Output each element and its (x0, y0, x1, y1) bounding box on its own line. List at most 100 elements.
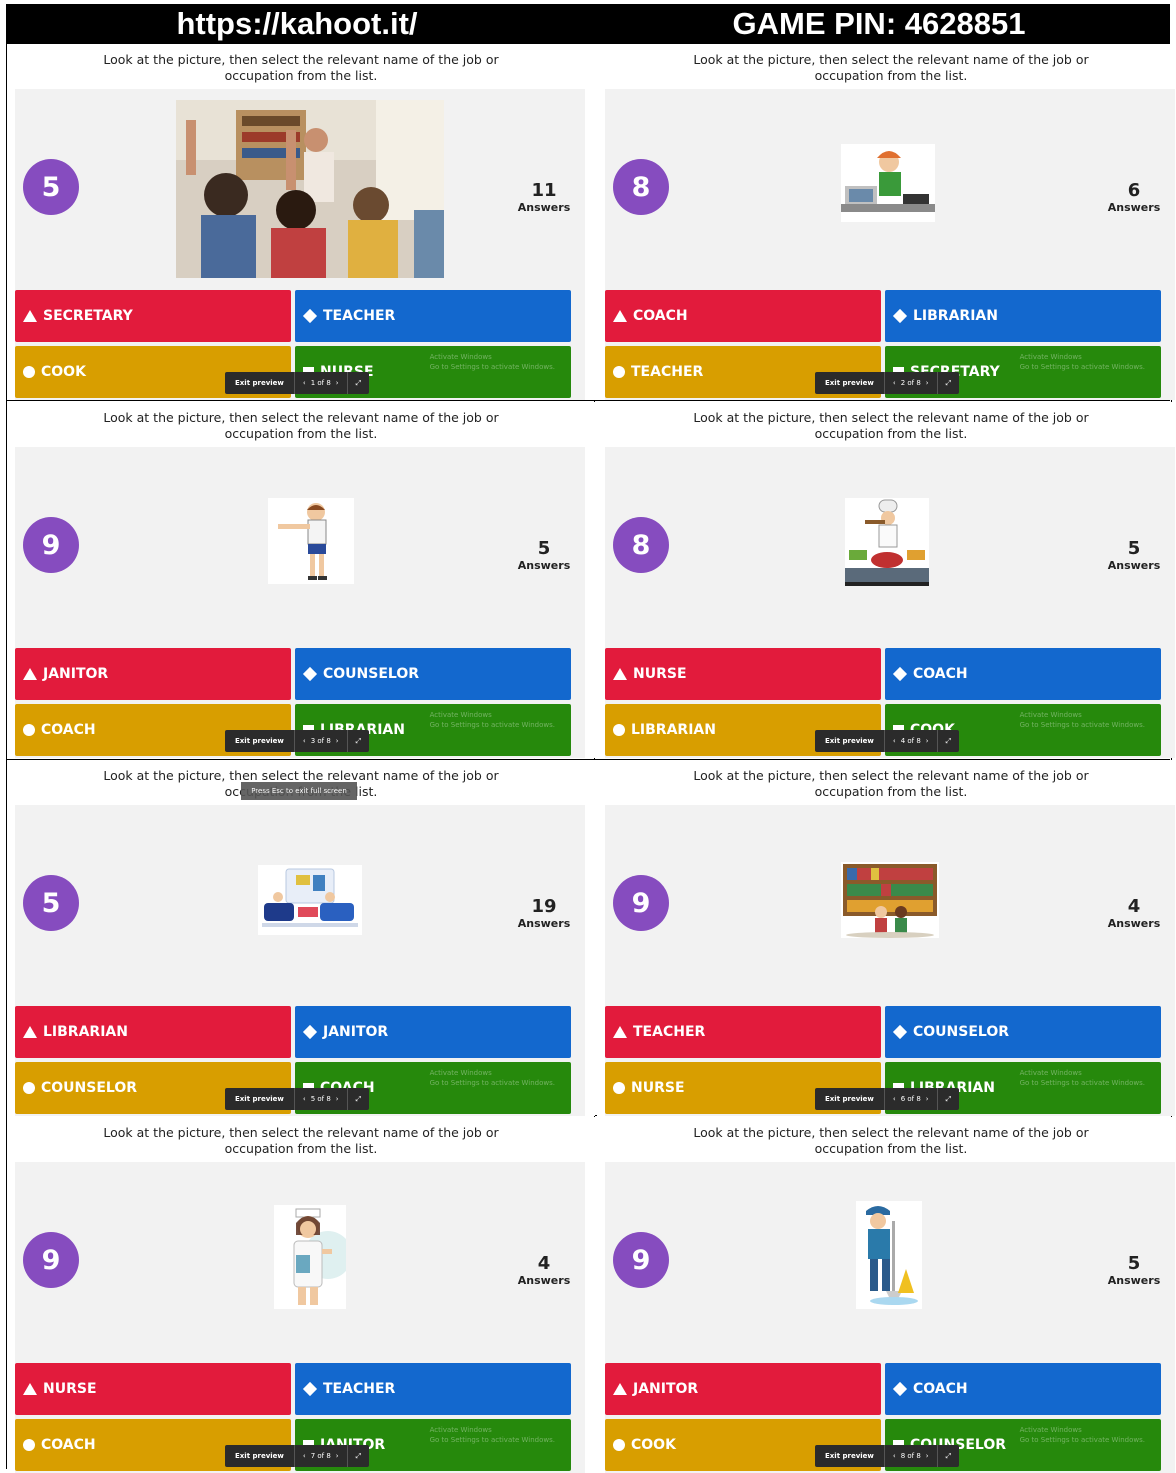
answer-option-2[interactable]: LIBRARIAN (885, 290, 1161, 342)
prev-slide-icon[interactable]: ‹ (893, 737, 896, 745)
triangle-icon (23, 310, 37, 322)
timer-circle: 9 (613, 875, 669, 931)
exit-preview-button[interactable]: Exit preview (815, 730, 885, 752)
question-text: Look at the picture, then select the rel… (103, 410, 499, 441)
exit-preview-button[interactable]: Exit preview (225, 1088, 295, 1110)
answer-count: 5 Answers (509, 539, 579, 573)
slide-navigator: ‹ 6 of 8 › (885, 1088, 938, 1110)
next-slide-icon[interactable]: › (926, 737, 929, 745)
next-slide-icon[interactable]: › (336, 379, 339, 387)
fullscreen-icon[interactable]: ⤢ (348, 737, 370, 746)
answer-count-number: 5 (1127, 538, 1141, 559)
answer-option-1[interactable]: JANITOR (15, 648, 291, 700)
exit-preview-button[interactable]: Exit preview (225, 1445, 295, 1467)
fullscreen-icon[interactable]: ⤢ (938, 1095, 960, 1104)
exit-preview-button[interactable]: Exit preview (815, 372, 885, 394)
answer-option-2[interactable]: COACH (885, 648, 1161, 700)
circle-icon (613, 1439, 625, 1451)
answer-option-2[interactable]: TEACHER (295, 290, 571, 342)
fullscreen-icon[interactable]: ⤢ (938, 379, 960, 388)
next-slide-icon[interactable]: › (336, 737, 339, 745)
preview-controls: Exit preview ‹ 2 of 8 › ⤢ (815, 372, 960, 394)
circle-icon (613, 1082, 625, 1094)
diamond-icon (302, 666, 318, 682)
answer-option-label: TEACHER (323, 308, 396, 324)
question-text: Look at the picture, then select the rel… (693, 768, 1089, 799)
answer-option-2[interactable]: COUNSELOR (295, 648, 571, 700)
fullscreen-icon[interactable]: ⤢ (938, 737, 960, 746)
answer-count: 11 Answers (509, 180, 579, 215)
slide-counter: 3 of 8 (310, 737, 331, 745)
preview-controls: Exit preview ‹ 3 of 8 › ⤢ (225, 730, 370, 752)
fullscreen-icon[interactable]: ⤢ (348, 1452, 370, 1461)
prev-slide-icon[interactable]: ‹ (303, 379, 306, 387)
answer-option-label: COUNSELOR (913, 1024, 1010, 1040)
answer-option-1[interactable]: COACH (605, 290, 881, 342)
activate-windows-watermark: Activate Windows Go to Settings to activa… (1019, 353, 1145, 371)
coach-illustration (268, 498, 354, 584)
prev-slide-icon[interactable]: ‹ (893, 1452, 896, 1460)
fullscreen-icon[interactable]: ⤢ (348, 379, 370, 388)
exit-fullscreen-tooltip: Press Esc to exit full screen (241, 782, 357, 800)
slide-panel: Look at the picture, then select the rel… (7, 1117, 595, 1473)
prev-slide-icon[interactable]: ‹ (303, 737, 306, 745)
diamond-icon (892, 308, 908, 324)
circle-icon (23, 1439, 35, 1451)
exit-preview-button[interactable]: Exit preview (815, 1088, 885, 1110)
question-text: Look at the picture, then select the rel… (103, 52, 499, 83)
answer-option-2[interactable]: COACH (885, 1363, 1161, 1415)
answer-option-label: COACH (41, 722, 96, 738)
answer-option-1[interactable]: LIBRARIAN (15, 1006, 291, 1058)
answer-count-label: Answers (1107, 917, 1161, 930)
triangle-icon (23, 668, 37, 680)
prev-slide-icon[interactable]: ‹ (303, 1095, 306, 1103)
answer-count-number: 5 (1127, 1253, 1141, 1274)
activate-windows-watermark: Activate Windows Go to Settings to activa… (429, 711, 555, 729)
exit-preview-button[interactable]: Exit preview (225, 372, 295, 394)
answer-count-number: 11 (531, 180, 557, 201)
exit-preview-button[interactable]: Exit preview (815, 1445, 885, 1467)
next-slide-icon[interactable]: › (336, 1452, 339, 1460)
answer-option-label: TEACHER (633, 1024, 706, 1040)
answer-option-label: COACH (913, 1381, 968, 1397)
answer-option-label: TEACHER (631, 364, 704, 380)
prev-slide-icon[interactable]: ‹ (893, 379, 896, 387)
slide-panel: Look at the picture, then select the rel… (597, 44, 1176, 400)
answer-option-2[interactable]: TEACHER (295, 1363, 571, 1415)
diamond-icon (892, 1024, 908, 1040)
triangle-icon (613, 1026, 627, 1038)
answer-option-2[interactable]: JANITOR (295, 1006, 571, 1058)
kahoot-url[interactable]: https://kahoot.it/ (6, 4, 588, 44)
answer-count-label: Answers (517, 1274, 571, 1287)
preview-controls: Exit preview ‹ 5 of 8 › ⤢ (225, 1088, 370, 1110)
answer-count: 4 Answers (1099, 897, 1169, 931)
exit-preview-button[interactable]: Exit preview (225, 730, 295, 752)
diamond-icon (892, 1381, 908, 1397)
next-slide-icon[interactable]: › (336, 1095, 339, 1103)
prev-slide-icon[interactable]: ‹ (893, 1095, 896, 1103)
answer-option-label: JANITOR (323, 1024, 389, 1040)
answer-option-1[interactable]: NURSE (605, 648, 881, 700)
triangle-icon (23, 1026, 37, 1038)
answer-count: 5 Answers (1099, 1253, 1169, 1288)
game-pin: GAME PIN: 4628851 (732, 6, 1026, 41)
next-slide-icon[interactable]: › (926, 1095, 929, 1103)
counselor-illustration (258, 865, 362, 935)
slide-counter: 6 of 8 (900, 1095, 921, 1103)
circle-icon (613, 724, 625, 736)
answer-option-1[interactable]: TEACHER (605, 1006, 881, 1058)
prev-slide-icon[interactable]: ‹ (303, 1452, 306, 1460)
slide-counter: 4 of 8 (900, 737, 921, 745)
answer-option-1[interactable]: NURSE (15, 1363, 291, 1415)
answer-option-label: JANITOR (43, 666, 109, 682)
activate-windows-watermark: Activate Windows Go to Settings to activa… (1019, 1069, 1145, 1087)
next-slide-icon[interactable]: › (926, 1452, 929, 1460)
next-slide-icon[interactable]: › (926, 379, 929, 387)
fullscreen-icon[interactable]: ⤢ (348, 1095, 370, 1104)
circle-icon (23, 366, 35, 378)
fullscreen-icon[interactable]: ⤢ (938, 1452, 960, 1461)
answer-option-1[interactable]: JANITOR (605, 1363, 881, 1415)
activate-windows-watermark: Activate Windows Go to Settings to activa… (429, 1426, 555, 1444)
answer-option-1[interactable]: SECRETARY (15, 290, 291, 342)
answer-option-2[interactable]: COUNSELOR (885, 1006, 1161, 1058)
